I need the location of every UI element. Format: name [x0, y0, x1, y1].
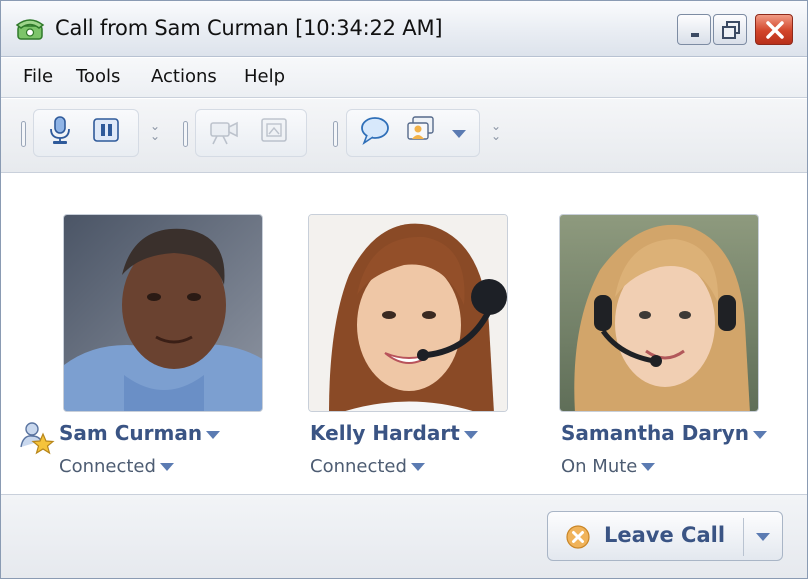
- participant-status[interactable]: On Mute: [561, 456, 656, 477]
- leave-call-button[interactable]: Leave Call: [547, 511, 783, 561]
- toolbar-grip[interactable]: [183, 121, 188, 147]
- status-dropdown-icon[interactable]: [159, 463, 174, 471]
- name-dropdown-icon[interactable]: [752, 430, 767, 439]
- participant-name[interactable]: Samantha Daryn: [561, 421, 767, 445]
- leave-call-label: Leave Call: [604, 523, 726, 547]
- call-window: Call from Sam Curman [10:34:22 AM] File …: [0, 0, 808, 579]
- menu-help[interactable]: Help: [244, 66, 285, 87]
- participant-photo: [559, 214, 759, 412]
- overflow-chevron-icon[interactable]: ⌄ ⌄: [150, 120, 160, 142]
- participant-photo: [308, 214, 508, 412]
- participant-photo: [63, 214, 263, 412]
- menu-bar: File Tools Actions Help: [1, 58, 807, 98]
- leave-call-dropdown[interactable]: [744, 512, 783, 560]
- minimize-button[interactable]: [677, 14, 711, 45]
- participant-status[interactable]: Connected: [59, 456, 174, 477]
- host-star-icon: [19, 419, 55, 455]
- name-dropdown-icon[interactable]: [463, 430, 478, 439]
- participant-status[interactable]: Connected: [310, 456, 425, 477]
- participants-area: Sam Curman Connected Kelly Hardart Conne…: [1, 174, 807, 494]
- pause-icon[interactable]: [89, 113, 123, 147]
- chat-bubble-icon[interactable]: [358, 113, 392, 147]
- overflow-chevron-icon[interactable]: ⌄ ⌄: [491, 120, 501, 142]
- chevron-down-icon: [756, 533, 770, 541]
- participants-icon[interactable]: [404, 113, 438, 147]
- menu-tools[interactable]: Tools: [76, 66, 120, 87]
- video-camera-icon[interactable]: [207, 113, 241, 147]
- close-button[interactable]: [755, 14, 793, 45]
- menu-actions[interactable]: Actions: [151, 66, 217, 87]
- microphone-icon[interactable]: [43, 113, 77, 147]
- screen-share-icon[interactable]: [257, 113, 291, 147]
- restore-button[interactable]: [713, 14, 747, 45]
- status-dropdown-icon[interactable]: [641, 463, 656, 471]
- menu-file[interactable]: File: [23, 66, 53, 87]
- leave-call-icon: [566, 525, 590, 549]
- status-dropdown-icon[interactable]: [410, 463, 425, 471]
- window-title: Call from Sam Curman [10:34:22 AM]: [55, 16, 443, 40]
- toolbar-grip[interactable]: [333, 121, 338, 147]
- name-dropdown-icon[interactable]: [206, 430, 221, 439]
- title-bar: Call from Sam Curman [10:34:22 AM]: [1, 1, 807, 57]
- action-bar: Leave Call: [1, 494, 807, 578]
- toolbar-grip[interactable]: [21, 121, 26, 147]
- toolbar: ⌄ ⌄ ⌄ ⌄: [1, 99, 807, 173]
- participant-name[interactable]: Sam Curman: [59, 421, 221, 445]
- participants-dropdown-icon[interactable]: [452, 130, 466, 138]
- phone-icon: [15, 17, 45, 41]
- participant-name[interactable]: Kelly Hardart: [310, 421, 478, 445]
